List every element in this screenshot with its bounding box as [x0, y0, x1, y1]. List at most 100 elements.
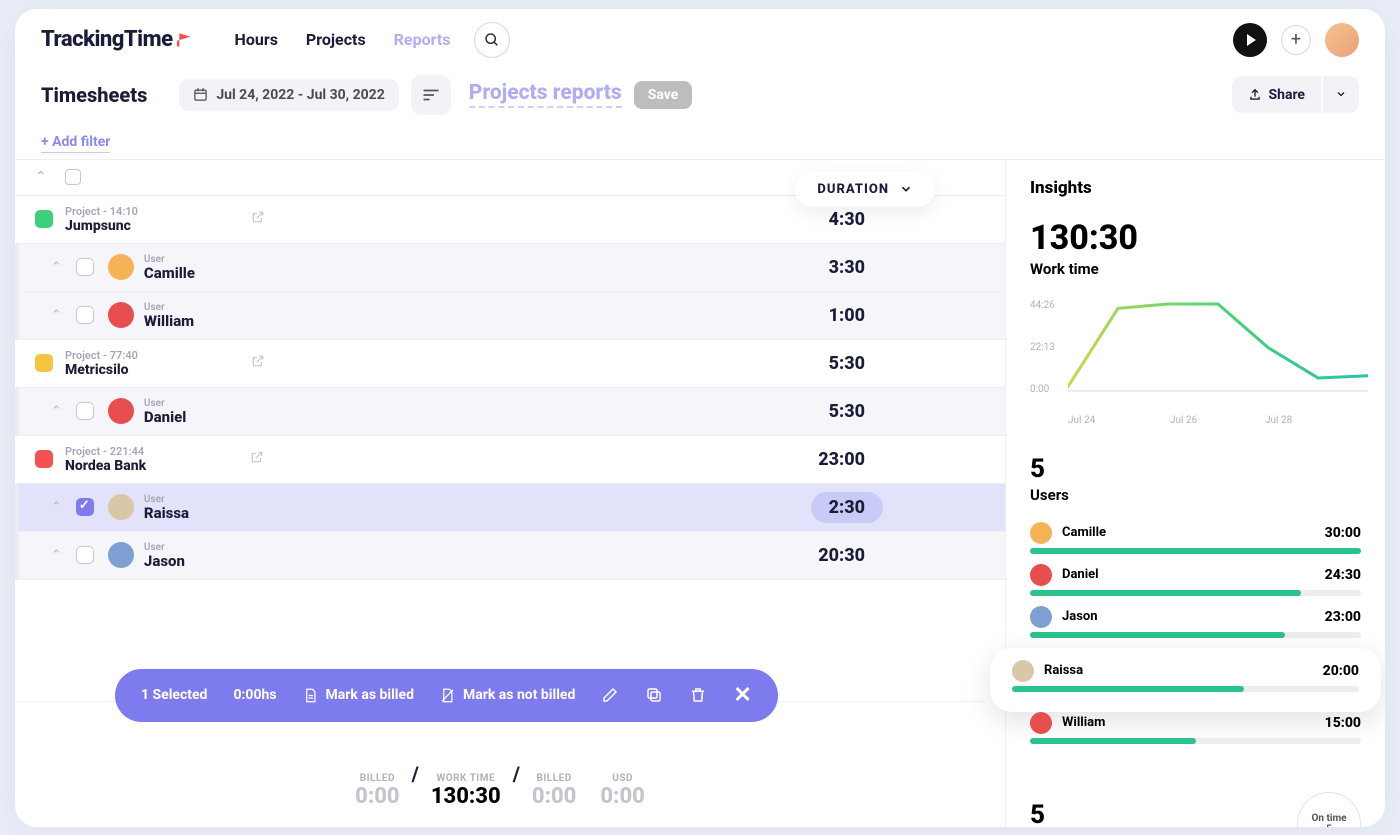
insights-user-name: Raissa: [1044, 663, 1323, 678]
project-name: Metricsilo: [65, 362, 138, 378]
progress-track: [1030, 590, 1361, 596]
user-row[interactable]: ⌃ User Raissa 2:30: [15, 484, 1005, 532]
mark-not-billed-button[interactable]: Mark as not billed: [440, 687, 575, 704]
row-checkbox[interactable]: [76, 258, 94, 276]
user-row[interactable]: ⌃ User Camille 3:30: [15, 244, 1005, 292]
avatar: [108, 302, 134, 328]
play-button[interactable]: [1233, 23, 1267, 57]
avatar: [108, 398, 134, 424]
work-time-label: Work time: [1030, 260, 1361, 278]
project-row[interactable]: Project - 221:44 Nordea Bank 23:00: [15, 436, 1005, 484]
user-duration: 2:30: [811, 492, 883, 523]
copy-button[interactable]: [645, 686, 663, 704]
insights-user-row[interactable]: Raissa 20:00: [990, 648, 1381, 712]
avatar: [108, 542, 134, 568]
project-name: Jumpsunc: [65, 218, 138, 234]
project-name: Nordea Bank: [65, 458, 146, 474]
share-button[interactable]: Share: [1232, 76, 1321, 113]
insights-user-row[interactable]: Jason 23:00: [1030, 606, 1361, 638]
insights-user-name: Camille: [1062, 525, 1325, 540]
insights-user-name: Daniel: [1062, 567, 1325, 582]
user-duration: 5:30: [829, 401, 865, 422]
selection-action-bar: 1 Selected 0:00hs Mark as billed Mark as…: [115, 669, 778, 722]
row-checkbox[interactable]: [76, 498, 94, 516]
brand-logo[interactable]: TrackingTime: [41, 27, 191, 52]
user-name: Jason: [144, 552, 185, 570]
edit-button[interactable]: [601, 686, 619, 704]
list-view-toggle[interactable]: [411, 75, 451, 115]
project-color-icon: [35, 354, 53, 372]
project-meta: Project - 77:40: [65, 349, 138, 362]
user-name: Daniel: [144, 408, 186, 426]
collapse-icon[interactable]: ⌃: [51, 308, 62, 323]
selected-hours: 0:00hs: [233, 687, 276, 703]
add-button[interactable]: +: [1281, 25, 1311, 55]
delete-button[interactable]: [689, 686, 707, 704]
avatar: [108, 494, 134, 520]
progress-track: [1030, 738, 1361, 744]
project-duration: 4:30: [829, 209, 865, 230]
add-filter-link[interactable]: + Add filter: [41, 134, 110, 153]
progress-track: [1030, 548, 1361, 554]
user-row[interactable]: ⌃ User Daniel 5:30: [15, 388, 1005, 436]
close-action-bar[interactable]: ✕: [733, 683, 751, 708]
external-link-icon[interactable]: [251, 354, 265, 372]
collapse-icon[interactable]: ⌃: [51, 500, 62, 515]
project-color-icon: [35, 450, 53, 468]
progress-fill: [1012, 686, 1244, 692]
user-row[interactable]: ⌃ User William 1:00: [15, 292, 1005, 340]
mark-billed-button[interactable]: Mark as billed: [303, 687, 414, 704]
save-button[interactable]: Save: [634, 81, 693, 109]
external-link-icon[interactable]: [251, 210, 265, 228]
insights-user-row[interactable]: William 15:00: [1030, 712, 1361, 744]
nav-reports[interactable]: Reports: [394, 30, 451, 49]
collapse-all-icon[interactable]: ⌃: [35, 169, 47, 185]
collapse-icon[interactable]: ⌃: [51, 260, 62, 275]
avatar: [1012, 660, 1034, 682]
search-button[interactable]: [474, 22, 510, 58]
select-all-checkbox[interactable]: [65, 169, 81, 185]
insights-user-row[interactable]: Daniel 24:30: [1030, 564, 1361, 596]
insights-title: Insights: [1030, 178, 1361, 198]
insights-user-name: Jason: [1062, 609, 1325, 624]
progress-fill: [1030, 590, 1301, 596]
project-row[interactable]: Project - 77:40 Metricsilo 5:30: [15, 340, 1005, 388]
user-row[interactable]: ⌃ User Jason 20:30: [15, 532, 1005, 580]
progress-track: [1030, 632, 1361, 638]
row-checkbox[interactable]: [76, 402, 94, 420]
work-time-value: 130:30: [1030, 218, 1361, 258]
project-meta: Project - 14:10: [65, 205, 138, 218]
chevron-down-icon: [1335, 88, 1347, 100]
collapse-icon[interactable]: ⌃: [51, 404, 62, 419]
project-duration: 23:00: [818, 449, 865, 470]
user-duration: 1:00: [829, 305, 865, 326]
duration-column-header[interactable]: DURATION: [795, 172, 935, 207]
user-name: William: [144, 312, 194, 330]
report-name-editable[interactable]: Projects reports: [469, 81, 622, 108]
list-icon: [422, 88, 440, 102]
row-checkbox[interactable]: [76, 546, 94, 564]
avatar: [1030, 606, 1052, 628]
users-count: 5: [1030, 454, 1361, 484]
user-avatar[interactable]: [1325, 23, 1359, 57]
page-title: Timesheets: [41, 83, 147, 107]
on-time-indicator: On time 5: [1297, 792, 1361, 827]
external-link-icon[interactable]: [250, 450, 264, 468]
user-duration: 3:30: [829, 257, 865, 278]
collapse-icon[interactable]: ⌃: [51, 548, 62, 563]
trash-icon: [689, 686, 707, 704]
projects-count: 5: [1030, 800, 1086, 827]
nav-hours[interactable]: Hours: [235, 30, 278, 49]
nav-projects[interactable]: Projects: [306, 30, 366, 49]
row-checkbox[interactable]: [76, 306, 94, 324]
avatar: [1030, 564, 1052, 586]
user-name: Camille: [144, 264, 195, 282]
insights-user-row[interactable]: Camille 30:00: [1030, 522, 1361, 554]
insights-user-time: 15:00: [1325, 715, 1361, 731]
date-range-picker[interactable]: Jul 24, 2022 - Jul 30, 2022: [179, 79, 398, 111]
footer-totals: BILLED0:00 / WORK TIME130:30 / BILLED0:0…: [15, 740, 985, 809]
work-time-chart: 44:26 22:13 0:00 Jul 24 Jul 26 Jul 28: [1030, 296, 1361, 426]
share-icon: [1248, 88, 1262, 102]
users-label: Users: [1030, 486, 1361, 504]
share-dropdown[interactable]: [1323, 76, 1359, 113]
